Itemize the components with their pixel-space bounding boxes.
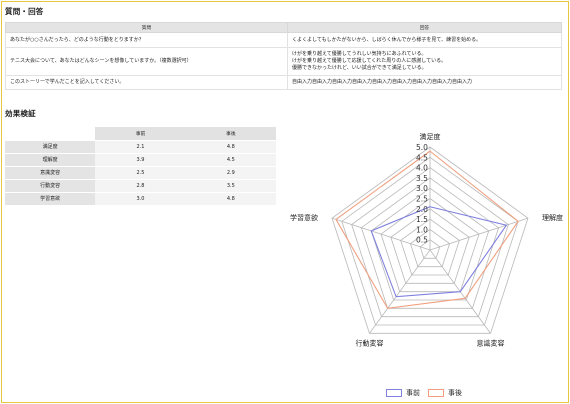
- radar-tick-label: 1.5: [416, 215, 428, 224]
- legend-item-after: 事後: [428, 388, 462, 398]
- eval-after-value: 2.9: [185, 166, 276, 180]
- eval-row: 満足度 2.1 4.8: [5, 140, 276, 154]
- eval-header-before: 事前: [95, 127, 186, 141]
- qa-row: テニス大会について、あなたはどんなシーンを想像していますか。（複数選択可） けが…: [5, 47, 562, 76]
- radar-tick-label: 1.0: [416, 225, 428, 234]
- radar-axis-label: 満足度: [420, 132, 441, 141]
- eval-before-value: 2.8: [95, 179, 186, 193]
- radar-tick-label: 2.5: [416, 195, 428, 204]
- legend-label-after: 事後: [448, 389, 462, 397]
- legend-swatch-before: [386, 389, 402, 397]
- eval-table: 事前 事後 満足度 2.1 4.8 理解度 3.9 4.5 意識変容 2.5 2…: [5, 127, 276, 206]
- eval-header-blank: [5, 127, 96, 141]
- legend-swatch-after: [428, 389, 444, 397]
- qa-question: あなたが○○さんだったら、どのような行動をとりますか？: [5, 32, 288, 48]
- eval-row-label: 理解度: [5, 153, 96, 167]
- eval-after-value: 3.5: [185, 179, 276, 193]
- chart-legend: 事前 事後: [386, 388, 462, 398]
- radar-tick-label: 3.5: [416, 174, 428, 183]
- radar-tick-label: 4.0: [416, 164, 428, 173]
- qa-question: テニス大会について、あなたはどんなシーンを想像していますか。（複数選択可）: [5, 47, 288, 76]
- eval-after-value: 4.8: [185, 140, 276, 154]
- eval-row: 学習意欲 3.0 4.8: [5, 192, 276, 206]
- radar-axis-label: 学習意欲: [290, 213, 318, 222]
- eval-section-title: 効果検証: [5, 109, 36, 118]
- radar-tick-label: 0.5: [416, 236, 428, 245]
- eval-row-label: 満足度: [5, 140, 96, 154]
- legend-label-before: 事前: [406, 389, 420, 397]
- eval-before-value: 3.0: [95, 192, 186, 206]
- qa-header-question: 質問: [5, 22, 288, 33]
- radar-axis-label: 行動変容: [355, 338, 383, 347]
- eval-row-label: 行動変容: [5, 179, 96, 193]
- eval-after-value: 4.5: [185, 153, 276, 167]
- qa-answer: 自由入力自由入力自由入力自由入力自由入力自由入力自由入力自由入力自由入力: [287, 75, 562, 90]
- eval-row: 理解度 3.9 4.5: [5, 153, 276, 167]
- qa-answer: けがを乗り越えて優勝してうれしい気持ちにあふれている。 けがを乗り越えて優勝して…: [287, 47, 562, 76]
- eval-row: 意識変容 2.5 2.9: [5, 166, 276, 180]
- qa-question: このストーリーで学んだことを記入してください。: [5, 75, 288, 90]
- qa-section-title: 質問・回答: [5, 7, 44, 16]
- qa-header-answer: 回答: [287, 22, 562, 33]
- qa-row: このストーリーで学んだことを記入してください。 自由入力自由入力自由入力自由入力…: [5, 75, 562, 90]
- eval-before-value: 3.9: [95, 153, 186, 167]
- radar-tick-label: 4.5: [416, 153, 428, 162]
- radar-tick-label: 3.0: [416, 184, 428, 193]
- eval-row: 行動変容 2.8 3.5: [5, 179, 276, 193]
- radar-axis-label: 意識変容: [477, 338, 505, 347]
- eval-row-label: 意識変容: [5, 166, 96, 180]
- eval-row-label: 学習意欲: [5, 192, 96, 206]
- radar-spoke: [429, 217, 529, 251]
- legend-item-before: 事前: [386, 388, 420, 398]
- eval-before-value: 2.1: [95, 140, 186, 154]
- radar-chart: 0.5 1.01.52.02.5 3.03.54.0 4.55.0 満足度理解度意識変容…: [290, 132, 563, 347]
- qa-row: あなたが○○さんだったら、どのような行動をとりますか？ くよくよしてもしかたがな…: [5, 32, 562, 48]
- radar-tick-label: 2.0: [416, 205, 428, 214]
- eval-after-value: 4.8: [185, 192, 276, 206]
- eval-header-after: 事後: [185, 127, 276, 141]
- radar-tick-label: 5.0: [416, 143, 428, 152]
- qa-answer: くよくよしてもしかたがないから、しばらく休んでから様子を見て、練習を始める。: [287, 32, 562, 48]
- eval-before-value: 2.5: [95, 166, 186, 180]
- qa-table: 質問 回答 あなたが○○さんだったら、どのような行動をとりますか？ くよくよして…: [5, 22, 562, 90]
- radar-axis-label: 理解度: [542, 213, 563, 222]
